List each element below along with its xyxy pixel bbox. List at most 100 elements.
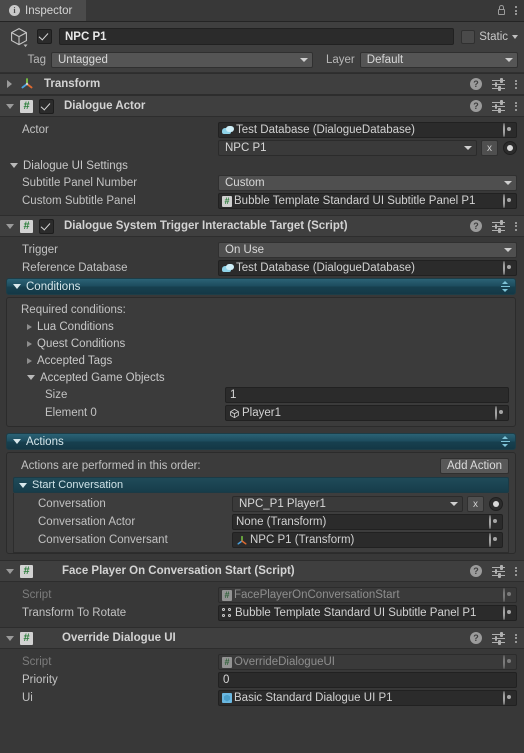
foldout-lua-conditions[interactable]: Lua Conditions [7,318,515,335]
preset-icon[interactable] [492,632,505,645]
object-picker-button[interactable] [489,533,500,547]
property-row-script: Script # FacePlayerOnConversationStart [0,586,524,604]
component-title: Dialogue Actor [64,100,146,112]
help-icon[interactable]: ? [470,565,482,577]
foldout-dialogue-ui-settings[interactable]: Dialogue UI Settings [0,157,524,174]
property-field: Bubble Template Standard UI Subtitle Pan… [218,605,517,621]
actor-name-value: NPC P1 [225,142,267,154]
conditions-header[interactable]: Conditions [6,278,516,295]
custom-subtitle-panel-object-field[interactable]: # Bubble Template Standard UI Subtitle P… [218,193,517,209]
property-row-conversation: Conversation NPC_P1 Player1 x [14,495,508,513]
help-icon[interactable]: ? [470,78,482,90]
foldout-accepted-game-objects[interactable]: Accepted Game Objects [7,369,515,386]
object-picker-button[interactable] [503,261,514,275]
object-picker-button[interactable] [495,406,506,420]
size-input[interactable]: 1 [225,387,509,403]
static-checkbox[interactable] [461,29,476,44]
lock-icon[interactable] [497,5,506,16]
actor-name-dropdown[interactable]: NPC P1 [218,140,477,156]
component-header-transform[interactable]: Transform ? [0,73,524,95]
kebab-menu-icon[interactable] [515,5,517,17]
script-value: OverrideDialogueUI [234,656,335,668]
face-player-body: Script # FacePlayerOnConversationStart T… [0,582,524,627]
property-label: Conversation Actor [38,516,136,528]
property-row-ui: Ui Basic Standard Dialogue UI P1 [0,689,524,707]
subtitle-panel-number-dropdown[interactable]: Custom [218,175,517,191]
object-picker-button[interactable] [503,194,514,208]
foldout-dialogue-system-trigger[interactable] [5,223,14,229]
layer-dropdown[interactable]: Default [359,51,518,68]
component-header-dialogue-system-trigger[interactable]: # Dialogue System Trigger Interactable T… [0,215,524,237]
actions-section: Actions [0,427,524,450]
actions-header[interactable]: Actions [6,433,516,450]
foldout-quest-conditions[interactable]: Quest Conditions [7,335,515,352]
element-0-object-field[interactable]: Player1 [225,405,509,421]
script-icon: # [222,656,232,668]
preset-icon[interactable] [492,100,505,113]
object-picker-button[interactable] [503,691,514,705]
help-icon[interactable]: ? [470,100,482,112]
object-picker-button[interactable] [503,606,514,620]
preset-icon[interactable] [492,78,505,91]
object-picker-button[interactable] [503,123,514,137]
chevron-down-icon [5,568,14,574]
clear-conversation-button[interactable]: x [467,496,484,512]
component-header-override-dialogue-ui[interactable]: # Override Dialogue UI ? [0,627,524,649]
component-enabled-checkbox[interactable] [39,98,54,114]
sort-handle-icon[interactable] [501,436,510,447]
tag-dropdown[interactable]: Untagged [51,51,313,68]
component-enabled-checkbox[interactable] [39,218,54,234]
conversation-dropdown[interactable]: NPC_P1 Player1 [232,496,463,512]
property-row-custom-subtitle-panel: Custom Subtitle Panel # Bubble Template … [0,192,524,210]
property-field: 1 [225,387,509,403]
target-icon [503,606,505,620]
foldout-label: Accepted Game Objects [40,371,165,384]
trigger-dropdown[interactable]: On Use [218,242,517,258]
component-header-dialogue-actor[interactable]: # Dialogue Actor ? [0,95,524,117]
conditions-section: Conditions [0,277,524,295]
add-action-button[interactable]: Add Action [440,457,509,474]
kebab-menu-icon[interactable] [515,100,517,112]
foldout-transform[interactable] [5,80,14,88]
foldout-accepted-tags[interactable]: Accepted Tags [7,352,515,369]
ui-object-field[interactable]: Basic Standard Dialogue UI P1 [218,690,517,706]
clear-actor-button[interactable]: x [481,140,498,156]
object-picker-button[interactable] [489,515,500,529]
kebab-menu-icon[interactable] [515,565,517,577]
foldout-override-dialogue-ui[interactable] [5,635,14,641]
transform-to-rotate-object-field[interactable]: Bubble Template Standard UI Subtitle Pan… [218,605,517,621]
actor-radio-button[interactable] [503,141,517,155]
gameobject-name-field[interactable]: NPC P1 [59,28,455,45]
sort-handle-icon[interactable] [501,281,510,292]
preset-icon[interactable] [492,565,505,578]
gameobject-enabled-checkbox[interactable] [37,29,52,44]
property-label: Script [22,656,52,668]
chevron-down-icon[interactable] [512,34,518,39]
kebab-menu-icon[interactable] [515,78,517,90]
kebab-menu-icon[interactable] [515,632,517,644]
conversation-conversant-object-field[interactable]: NPC P1 (Transform) [232,532,503,548]
preset-icon[interactable] [492,220,505,233]
script-icon: # [20,564,33,578]
component-header-face-player[interactable]: # Face Player On Conversation Start (Scr… [0,560,524,582]
layer-label: Layer [326,53,355,66]
reference-database-object-field[interactable]: Test Database (DialogueDatabase) [218,260,517,276]
static-toggle-group[interactable]: Static [461,29,518,44]
start-conversation-header[interactable]: Start Conversation [13,477,509,493]
target-icon [503,123,505,137]
conversation-actor-value: None (Transform) [236,516,327,528]
priority-input[interactable]: 0 [218,672,517,688]
foldout-face-player[interactable] [5,568,14,574]
component-actions: ? [470,100,517,113]
foldout-dialogue-actor[interactable] [5,103,14,109]
help-icon[interactable]: ? [470,220,482,232]
layer-value: Default [366,53,404,66]
conversation-radio-button[interactable] [489,497,503,511]
help-icon[interactable]: ? [470,632,482,644]
actor-object-field[interactable]: Test Database (DialogueDatabase) [218,122,517,138]
kebab-menu-icon[interactable] [515,220,517,232]
tab-inspector[interactable]: i Inspector [0,0,87,21]
property-field: None (Transform) [232,514,503,530]
property-label: Reference Database [22,262,128,274]
conversation-actor-object-field[interactable]: None (Transform) [232,514,503,530]
